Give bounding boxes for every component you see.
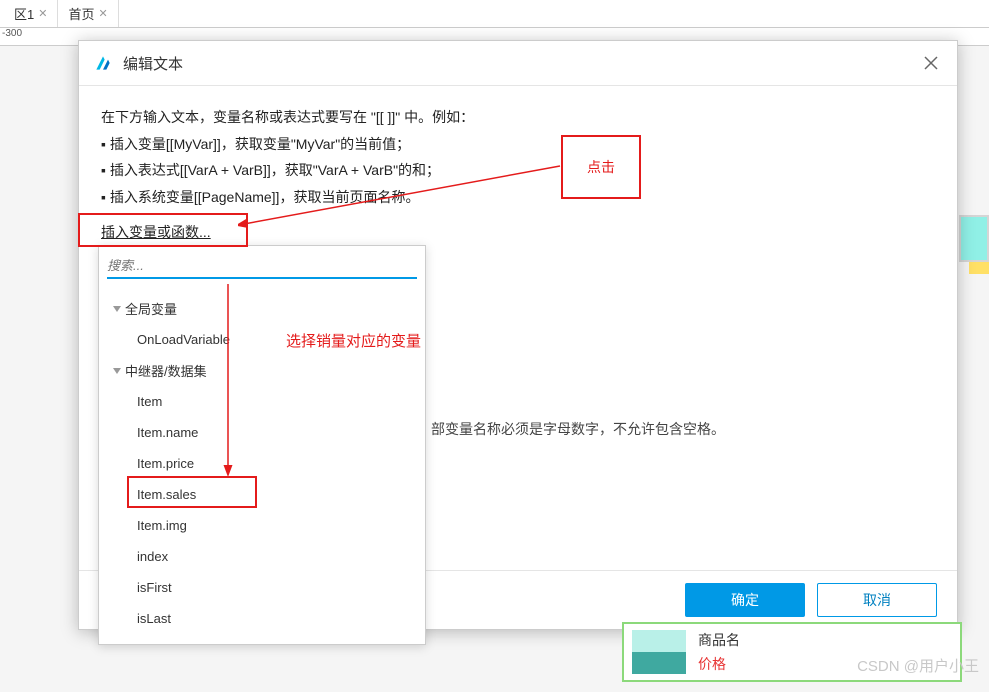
category-label: 全局变量 (125, 299, 177, 318)
category-repeater[interactable]: 中继器/数据集 (99, 355, 425, 386)
variable-item[interactable]: isFirst (99, 572, 425, 603)
axure-logo-icon (93, 53, 113, 73)
ok-button[interactable]: 确定 (685, 583, 805, 617)
chevron-down-icon (113, 368, 121, 374)
canvas-shape (969, 262, 989, 274)
watermark: CSDN @用户小王 (857, 655, 979, 676)
close-button[interactable] (919, 51, 943, 75)
search-row (99, 246, 425, 287)
category-label: 中继器/数据集 (125, 361, 207, 380)
variable-item[interactable]: Item.img (99, 510, 425, 541)
dialog-title: 编辑文本 (123, 53, 183, 74)
variable-dropdown: 全局变量 OnLoadVariable 中继器/数据集 Item Item.na… (98, 245, 426, 645)
close-icon[interactable]: ✕ (98, 7, 107, 20)
variable-item[interactable]: OnLoadVariable (99, 324, 425, 355)
variable-item[interactable]: Item.price (99, 448, 425, 479)
tab-label: 首页 (68, 4, 94, 23)
close-icon[interactable]: ✕ (38, 7, 47, 20)
instruction-line: ▪ 插入系统变量[[PageName]]，获取当前页面名称。 (101, 184, 935, 211)
cancel-button[interactable]: 取消 (817, 583, 937, 617)
tab-bar: 区1 ✕ 首页 ✕ (0, 0, 989, 28)
variable-item[interactable]: Item (99, 386, 425, 417)
instruction-line: ▪ 插入变量[[MyVar]]，获取变量"MyVar"的当前值； (101, 131, 935, 158)
tab-item[interactable]: 首页 ✕ (58, 0, 118, 27)
tab-item[interactable]: 区1 ✕ (4, 0, 58, 27)
insert-variable-link[interactable]: 插入变量或函数... (101, 220, 211, 244)
category-global[interactable]: 全局变量 (99, 293, 425, 324)
chevron-down-icon (113, 306, 121, 312)
instructions: 在下方输入文本，变量名称或表达式要写在 "[[ ]]" 中。例如： ▪ 插入变量… (101, 104, 935, 210)
naming-hint: 部变量名称必须是字母数字，不允许包含空格。 (431, 419, 725, 439)
variable-item[interactable]: isLast (99, 603, 425, 634)
variable-item[interactable]: index (99, 541, 425, 572)
image-placeholder-icon (632, 630, 686, 674)
search-input[interactable] (107, 254, 417, 279)
ruler-mark: -300 (2, 28, 22, 39)
tab-label: 区1 (14, 4, 34, 23)
product-title: 商品名 (698, 630, 740, 650)
instruction-line: 在下方输入文本，变量名称或表达式要写在 "[[ ]]" 中。例如： (101, 104, 935, 131)
variable-item[interactable]: Item.name (99, 417, 425, 448)
canvas-shape (959, 215, 989, 262)
dialog-header: 编辑文本 (79, 41, 957, 86)
product-price: 价格 (698, 654, 740, 674)
variable-list: 全局变量 OnLoadVariable 中继器/数据集 Item Item.na… (99, 287, 425, 644)
instruction-line: ▪ 插入表达式[[VarA + VarB]]，获取"VarA + VarB"的和… (101, 157, 935, 184)
variable-item-sales[interactable]: Item.sales (99, 479, 425, 510)
close-icon (924, 56, 938, 70)
